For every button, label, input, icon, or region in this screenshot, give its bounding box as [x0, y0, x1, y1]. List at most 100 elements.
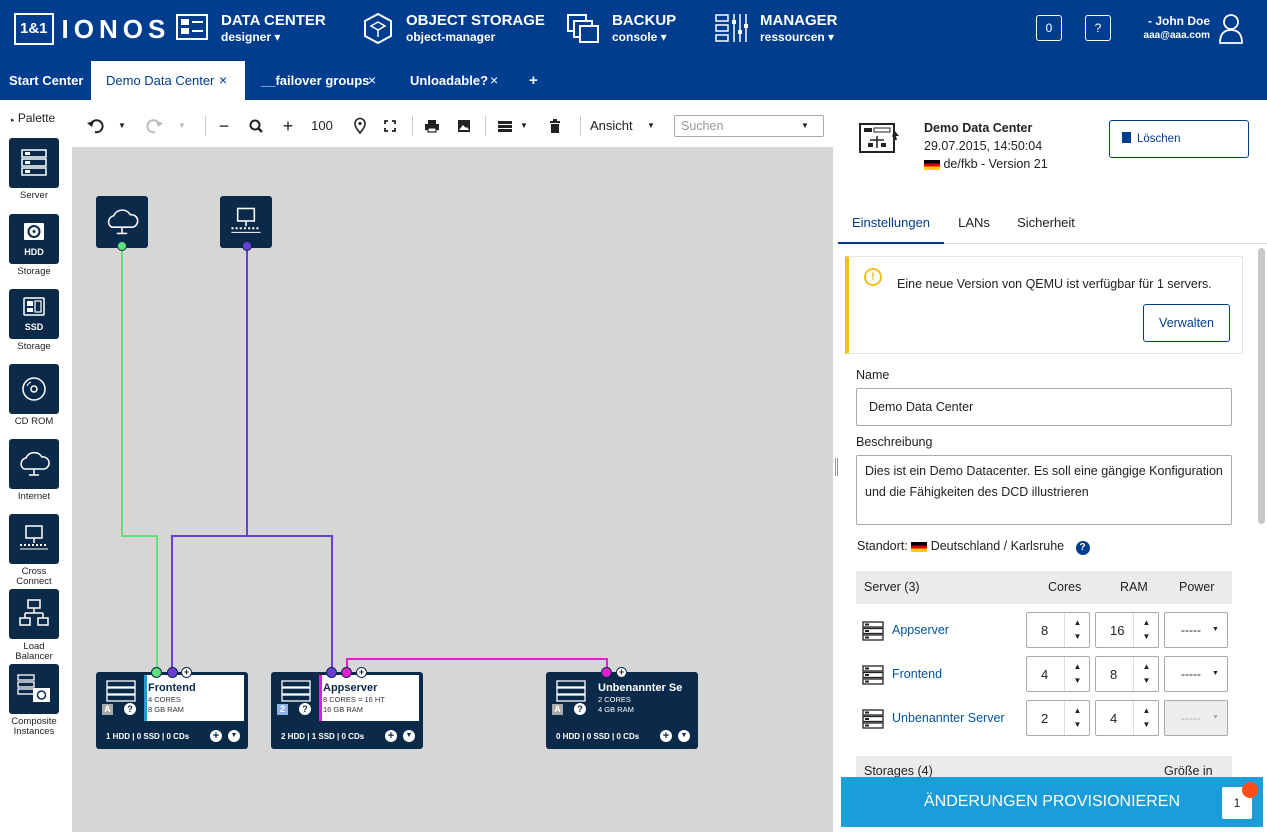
server-link-appserver[interactable]: Appserver [892, 623, 949, 637]
search-select[interactable]: Suchen ▼ [674, 115, 824, 137]
appserver-port-magenta[interactable] [341, 667, 352, 678]
zoom-in-icon[interactable]: + [280, 114, 296, 138]
node-help-icon[interactable]: ? [124, 703, 136, 715]
tab-close-icon[interactable]: × [490, 61, 498, 100]
user-menu[interactable]: - John Doe aaa@aaa.com [1140, 14, 1210, 42]
tab-add-button[interactable]: + [520, 61, 550, 100]
node-expand-chevron-icon[interactable]: ▼ [228, 730, 240, 742]
user-avatar-icon[interactable] [1218, 13, 1244, 45]
undo-dropdown-chevron-icon[interactable]: ▼ [116, 114, 128, 138]
nav-manager-sub[interactable]: ressourcen ▾ [760, 29, 838, 45]
palette-composite-instances[interactable]: Composite Instances [9, 664, 59, 737]
description-textarea[interactable]: Dies ist ein Demo Datacenter. Es soll ei… [856, 455, 1232, 525]
stepper-down-icon[interactable]: ▼ [1134, 720, 1159, 729]
node-add-icon[interactable]: + [385, 730, 397, 742]
nav-data-center-sub[interactable]: designer ▾ [221, 29, 326, 45]
tab-demo-data-center[interactable]: Demo Data Center × [91, 61, 245, 100]
layout-list-icon[interactable] [496, 114, 514, 138]
layout-dropdown-chevron-icon[interactable]: ▼ [518, 114, 530, 138]
view-dropdown-chevron-icon[interactable]: ▼ [646, 114, 656, 138]
frontend-add-port-icon[interactable]: + [181, 667, 192, 678]
palette-cross-connect[interactable]: Cross Connect [9, 514, 59, 587]
delete-trash-icon[interactable] [547, 114, 563, 138]
provision-changes-button[interactable]: ÄNDERUNGEN PROVISIONIEREN 1 [841, 777, 1263, 827]
redo-dropdown-chevron-icon[interactable]: ▼ [176, 114, 188, 138]
tab-unloadable[interactable]: Unloadable? × [401, 61, 511, 100]
server-node-unbenannter[interactable]: A ? Unbenannter Se 2 CORES 4 GB RAM 0 HDD… [546, 672, 698, 749]
unbenannter-add-port-icon[interactable]: + [616, 667, 627, 678]
ram-stepper[interactable]: 8 ▲ ▼ [1095, 656, 1159, 692]
stepper-up-icon[interactable]: ▲ [1134, 706, 1159, 715]
panel-scrollbar-thumb[interactable] [1258, 248, 1265, 524]
node-help-icon[interactable]: ? [574, 703, 586, 715]
server-link-frontend[interactable]: Frontend [892, 667, 942, 681]
palette-internet[interactable]: Internet [9, 439, 59, 502]
frontend-port-green[interactable] [151, 667, 162, 678]
designer-canvas[interactable]: A ? Frontend 4 CORES 8 GB RAM 1 HDD | 0 S… [72, 147, 833, 832]
ram-stepper[interactable]: 16 ▲ ▼ [1095, 612, 1159, 648]
stepper-down-icon[interactable]: ▼ [1065, 720, 1090, 729]
view-menu-label[interactable]: Ansicht [590, 114, 640, 138]
cores-stepper[interactable]: 8 ▲ ▼ [1026, 612, 1090, 648]
notifications-button[interactable]: 0 [1036, 15, 1062, 41]
server-node-appserver[interactable]: 2 ? Appserver 8 CORES = 16 HT 16 GB RAM 2… [271, 672, 423, 749]
node-help-icon[interactable]: ? [299, 703, 311, 715]
export-image-icon[interactable] [455, 114, 473, 138]
palette-cd-rom[interactable]: CD ROM [9, 364, 59, 427]
nav-data-center[interactable]: DATA CENTER designer ▾ [175, 12, 326, 45]
palette-load-balancer[interactable]: Load Balancer [9, 589, 59, 662]
node-expand-chevron-icon[interactable]: ▼ [678, 730, 690, 742]
stepper-down-icon[interactable]: ▼ [1065, 676, 1090, 685]
delete-datacenter-button[interactable]: Löschen [1109, 120, 1249, 158]
ram-stepper[interactable]: 4 ▲ ▼ [1095, 700, 1159, 736]
stepper-down-icon[interactable]: ▼ [1134, 632, 1159, 641]
node-add-icon[interactable]: + [660, 730, 672, 742]
appserver-port-purple[interactable] [326, 667, 337, 678]
stepper-up-icon[interactable]: ▲ [1065, 706, 1090, 715]
tab-einstellungen[interactable]: Einstellungen [838, 202, 944, 244]
redo-icon[interactable] [146, 114, 164, 138]
internet-port[interactable] [117, 241, 127, 251]
palette-server[interactable]: Server [9, 138, 59, 201]
nav-object-storage-sub[interactable]: object-manager [406, 29, 545, 45]
frontend-port-purple[interactable] [167, 667, 178, 678]
ionos-logo[interactable]: 1&1 IONOS [14, 13, 170, 45]
stepper-up-icon[interactable]: ▲ [1065, 618, 1090, 627]
stepper-up-icon[interactable]: ▲ [1065, 662, 1090, 671]
server-link-unbenannter[interactable]: Unbenannter Server [892, 711, 1005, 725]
undo-icon[interactable] [86, 114, 104, 138]
cross-connect-port[interactable] [242, 241, 252, 251]
node-expand-chevron-icon[interactable]: ▼ [403, 730, 415, 742]
cores-stepper[interactable]: 4 ▲ ▼ [1026, 656, 1090, 692]
nav-object-storage[interactable]: OBJECT STORAGE object-manager [360, 12, 545, 45]
node-add-icon[interactable]: + [210, 730, 222, 742]
tab-lans[interactable]: LANs [950, 202, 998, 244]
stepper-up-icon[interactable]: ▲ [1134, 662, 1159, 671]
stepper-up-icon[interactable]: ▲ [1134, 618, 1159, 627]
tab-sicherheit[interactable]: Sicherheit [1012, 202, 1080, 244]
stepper-down-icon[interactable]: ▼ [1134, 676, 1159, 685]
stepper-down-icon[interactable]: ▼ [1065, 632, 1090, 641]
power-select[interactable]: ----- ▼ [1164, 612, 1228, 648]
palette-hdd-storage[interactable]: HDD Storage [9, 214, 59, 277]
print-icon[interactable] [423, 114, 441, 138]
name-input[interactable] [856, 388, 1232, 426]
manage-button[interactable]: Verwalten [1143, 304, 1230, 342]
cores-stepper[interactable]: 2 ▲ ▼ [1026, 700, 1090, 736]
tab-start-center[interactable]: Start Center [0, 61, 91, 100]
zoom-search-icon[interactable] [248, 114, 264, 138]
nav-backup[interactable]: BACKUP console ▾ [566, 12, 676, 45]
nav-manager[interactable]: MANAGER ressourcen ▾ [714, 12, 838, 45]
location-pin-icon[interactable] [352, 114, 368, 138]
tab-close-icon[interactable]: × [219, 61, 227, 100]
fit-to-screen-icon[interactable] [382, 114, 398, 138]
search-dropdown-chevron-icon[interactable]: ▼ [801, 121, 809, 130]
palette-header[interactable]: ▸ Palette [11, 111, 55, 125]
appserver-add-port-icon[interactable]: + [356, 667, 367, 678]
tab-close-icon[interactable]: × [368, 61, 376, 100]
power-select[interactable]: ----- ▼ [1164, 656, 1228, 692]
tab-failover-groups[interactable]: __failover groups × [252, 61, 390, 100]
zoom-out-icon[interactable]: − [216, 114, 232, 138]
palette-ssd-storage[interactable]: SSD Storage [9, 289, 59, 352]
nav-backup-sub[interactable]: console ▾ [612, 29, 676, 45]
